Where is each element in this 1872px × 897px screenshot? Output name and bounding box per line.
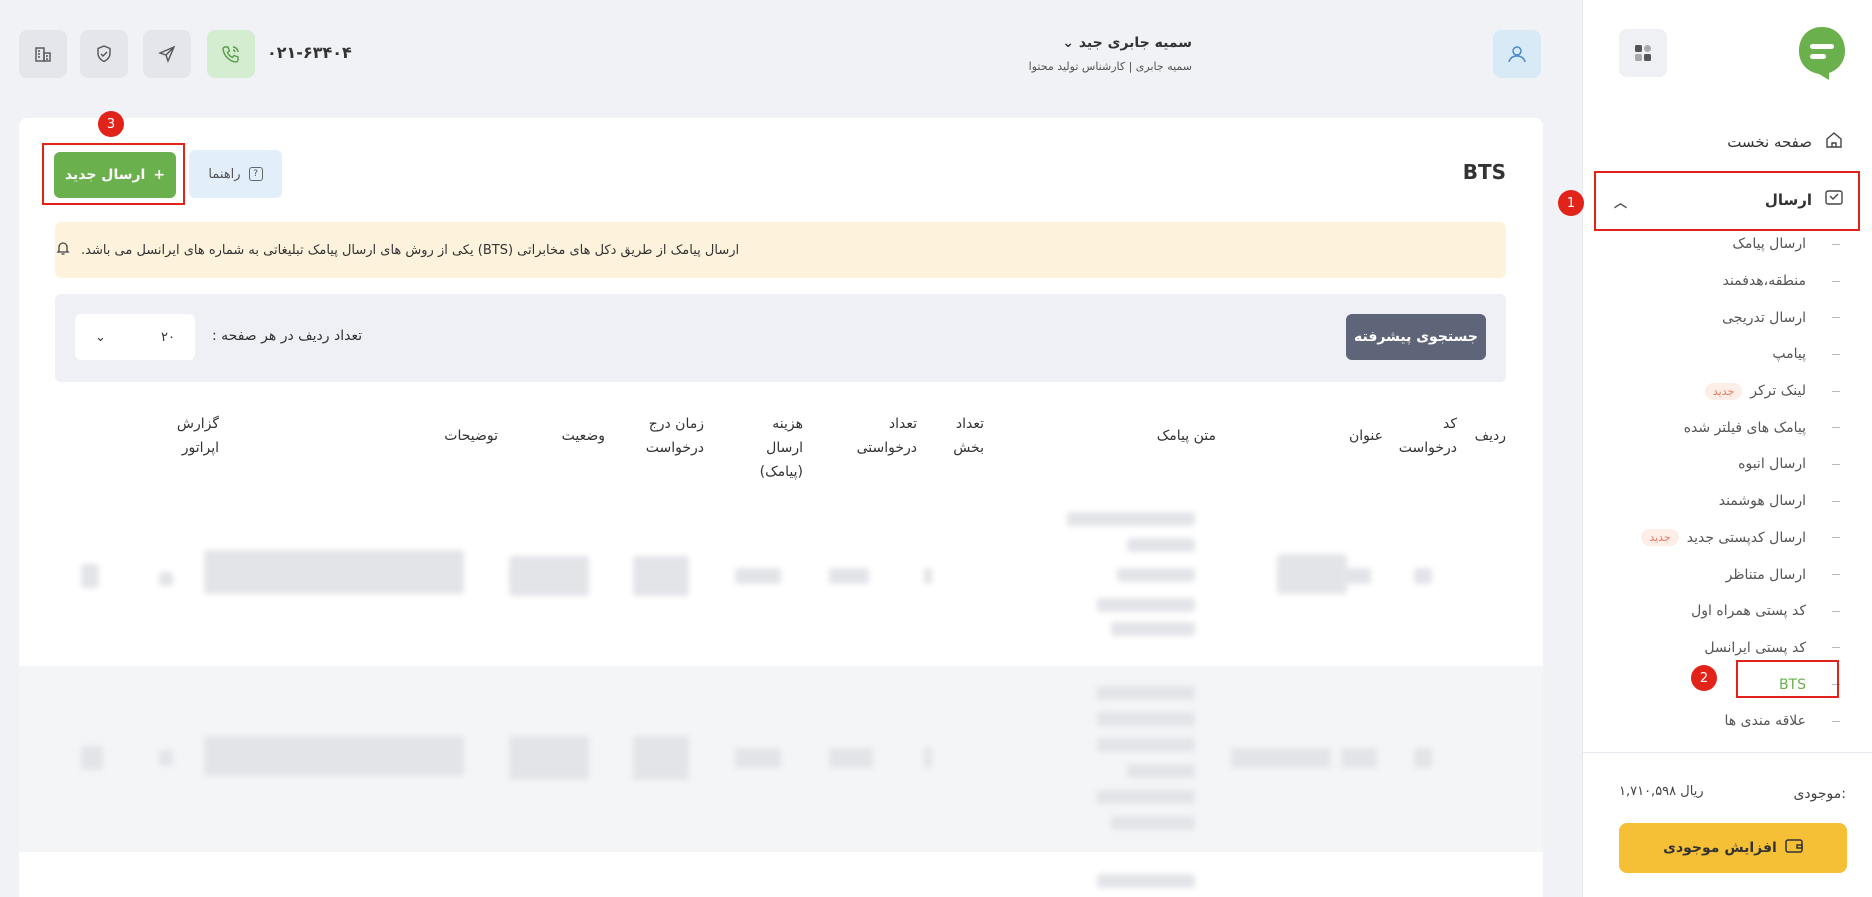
col-header-cost: هزینه ارسال (پیامک) bbox=[759, 416, 803, 480]
col-header-requested: تعداد درخواستی bbox=[856, 416, 917, 456]
guide-label: راهنما bbox=[208, 166, 241, 182]
shield-icon[interactable] bbox=[80, 30, 128, 78]
col-header-description: توضیحات bbox=[444, 428, 498, 444]
balance-label: موجودی: bbox=[1793, 786, 1846, 802]
sidebar: صفحه نخست ارسال ︿ ارسال پیامک منطقه،هدفم… bbox=[1582, 0, 1872, 897]
sidebar-item-home-label: صفحه نخست bbox=[1727, 133, 1812, 151]
table-row[interactable] bbox=[19, 666, 1543, 852]
user-role: سمیه جابری | کارشناس تولید محتوا bbox=[1028, 60, 1192, 73]
sidebar-subitem[interactable]: ارسال کدپستی جدید جدید bbox=[1614, 520, 1844, 557]
increase-balance-label: افزایش موجودی bbox=[1663, 840, 1777, 856]
avatar[interactable] bbox=[1493, 30, 1541, 78]
table-row[interactable] bbox=[19, 858, 1543, 897]
col-header-request-code: کد درخواست bbox=[1398, 416, 1457, 456]
guide-button[interactable]: ? راهنما bbox=[189, 150, 282, 198]
sidebar-subitem[interactable]: ارسال پیامک bbox=[1614, 226, 1844, 263]
rows-per-page-value: ۲۰ bbox=[161, 329, 175, 345]
filter-bar: جستجوی پیشرفته تعداد ردیف در هر صفحه : ⌄… bbox=[55, 294, 1506, 382]
brand-logo[interactable] bbox=[1797, 25, 1847, 83]
chevron-down-icon: ⌄ bbox=[95, 329, 106, 345]
balance-value: ۱,۷۱۰,۵۹۸ ریال bbox=[1619, 784, 1704, 799]
increase-balance-button[interactable]: افزایش موجودی bbox=[1619, 823, 1847, 873]
sidebar-subitem[interactable]: علاقه مندی ها bbox=[1614, 703, 1844, 740]
sidebar-subitem[interactable]: لینک ترکر جدید bbox=[1614, 373, 1844, 410]
main-area: ۰۲۱-۶۳۴۰۴ سمیه جابری جید ⌄ سمیه جابری | … bbox=[0, 0, 1582, 897]
annotation-badge-1: 1 bbox=[1558, 190, 1584, 216]
support-phone-number: ۰۲۱-۶۳۴۰۴ bbox=[267, 43, 352, 62]
user-name[interactable]: سمیه جابری جید ⌄ bbox=[1062, 35, 1192, 51]
sidebar-subitem[interactable]: منطقه،هدفمند bbox=[1614, 263, 1844, 300]
sidebar-subitem[interactable]: پیامپ bbox=[1614, 336, 1844, 373]
col-header-title: عنوان bbox=[1349, 428, 1383, 444]
sidebar-item-home[interactable]: صفحه نخست bbox=[1727, 128, 1844, 156]
rows-per-page-select[interactable]: ⌄ ۲۰ bbox=[75, 314, 195, 360]
col-header-status: وضعیت bbox=[561, 428, 605, 444]
sidebar-subitem[interactable]: ارسال انبوه bbox=[1614, 446, 1844, 483]
page-title: BTS bbox=[1462, 160, 1506, 184]
info-alert: ارسال پیامک از طریق دکل های مخابراتی (BT… bbox=[55, 222, 1506, 278]
phone-icon[interactable] bbox=[207, 30, 255, 78]
sidebar-subitem[interactable]: ارسال هوشمند bbox=[1614, 483, 1844, 520]
alert-text: ارسال پیامک از طریق دکل های مخابراتی (BT… bbox=[81, 242, 740, 258]
send-icon[interactable] bbox=[143, 30, 191, 78]
sidebar-subitem[interactable]: پیامک های فیلتر شده bbox=[1614, 409, 1844, 446]
col-header-row: ردیف bbox=[1474, 428, 1506, 444]
wallet-icon bbox=[1785, 838, 1803, 858]
new-badge: جدید bbox=[1641, 529, 1679, 547]
apps-grid-button[interactable] bbox=[1619, 29, 1667, 77]
content-card: BTS + ارسال جدید ? راهنما ارسال پیامک از… bbox=[19, 118, 1543, 897]
home-icon bbox=[1824, 130, 1844, 154]
building-icon[interactable] bbox=[19, 30, 67, 78]
new-badge: جدید bbox=[1704, 382, 1743, 400]
help-icon: ? bbox=[248, 167, 263, 181]
highlight-bts bbox=[1736, 660, 1839, 698]
col-header-sms-text: متن پیامک bbox=[1156, 428, 1216, 444]
annotation-badge-3: 3 bbox=[98, 111, 124, 137]
chevron-down-icon: ⌄ bbox=[1062, 35, 1074, 51]
table-row[interactable] bbox=[19, 482, 1543, 662]
sidebar-subitem[interactable]: ارسال تدریجی bbox=[1614, 299, 1844, 336]
sidebar-subitem[interactable]: ارسال متناظر bbox=[1614, 556, 1844, 593]
advanced-search-button[interactable]: جستجوی پیشرفته bbox=[1346, 314, 1486, 360]
highlight-send bbox=[1594, 171, 1860, 231]
col-header-operator-report: گزارش اپراتور bbox=[176, 416, 219, 456]
sidebar-subitem[interactable]: کد پستی همراه اول bbox=[1614, 593, 1844, 630]
grid-icon bbox=[1635, 45, 1651, 61]
rows-per-page-label: تعداد ردیف در هر صفحه : bbox=[212, 328, 363, 344]
highlight-new-send bbox=[42, 143, 185, 205]
col-header-insert-time: زمان درج درخواست bbox=[645, 416, 704, 456]
bell-icon bbox=[55, 240, 71, 260]
annotation-badge-2: 2 bbox=[1691, 665, 1717, 691]
col-header-parts: تعداد بخش bbox=[953, 416, 984, 456]
